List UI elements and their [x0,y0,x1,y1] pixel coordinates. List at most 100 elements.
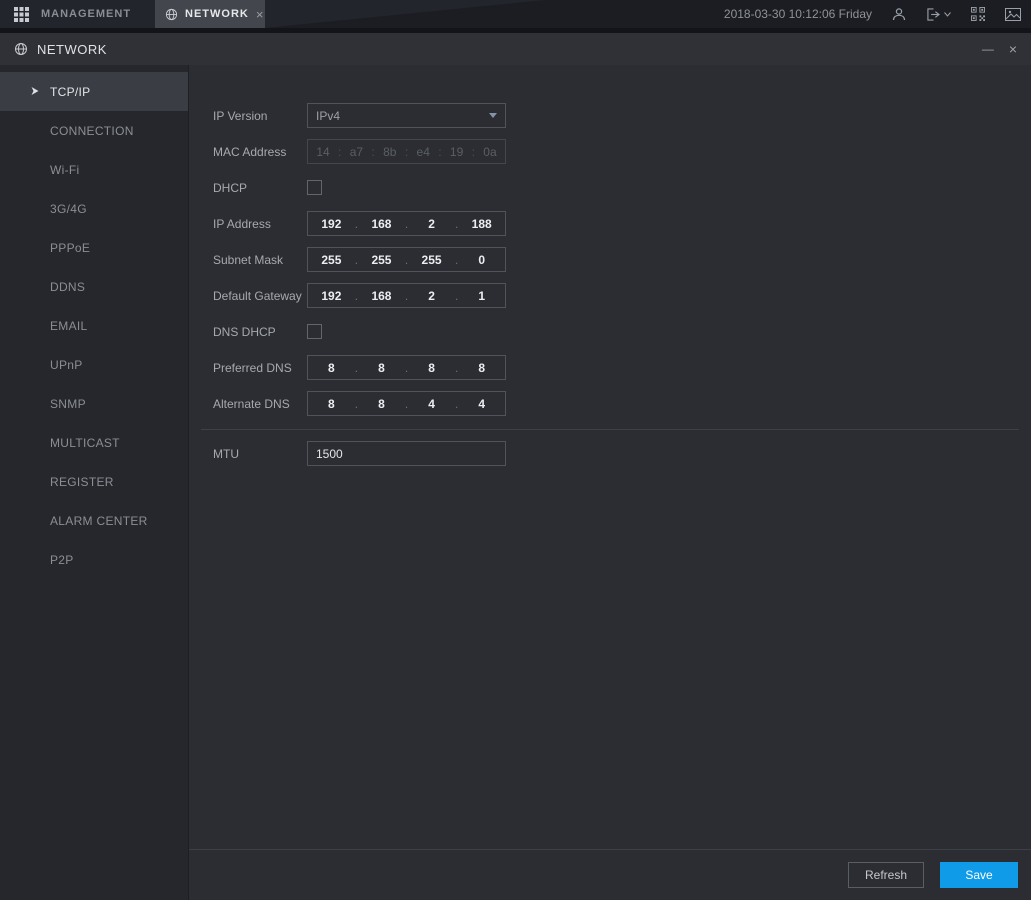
sidebar-item-snmp[interactable]: SNMP [0,384,188,423]
ip-segment[interactable]: 0 [458,253,505,267]
chevron-down-icon [489,113,497,118]
mac-segment: e4 [408,145,438,159]
sidebar-item-label: TCP/IP [50,85,90,99]
ip-segment[interactable]: 8 [408,361,455,375]
window-title: NETWORK [37,42,107,57]
tab-close-icon[interactable]: × [256,8,264,21]
sidebar-item-label: ALARM CENTER [50,514,148,528]
ip-version-label: IP Version [213,109,307,123]
sidebar-item-label: CONNECTION [50,124,134,138]
sidebar-item-ddns[interactable]: DDNS [0,267,188,306]
ip-segment[interactable]: 8 [308,397,355,411]
user-icon[interactable] [892,7,906,21]
globe-icon [14,42,28,56]
taskbar: MANAGEMENT NETWORK × 2018-03-30 10:12:06… [0,0,1031,28]
section-divider [201,429,1019,430]
ip-segment[interactable]: 1 [458,289,505,303]
preferred-dns-label: Preferred DNS [213,361,307,375]
ip-address-field[interactable]: 192 . 168 . 2 . 188 [307,211,506,236]
sidebar-item-p2p[interactable]: P2P [0,540,188,579]
ip-segment[interactable]: 2 [408,289,455,303]
image-icon[interactable] [1005,8,1021,21]
sidebar-item-label: PPPoE [50,241,90,255]
mtu-label: MTU [213,447,307,461]
ip-segment[interactable]: 2 [408,217,455,231]
active-arrow-icon [30,86,40,96]
datetime-text: 2018-03-30 10:12:06 Friday [724,7,872,21]
ip-segment[interactable]: 188 [458,217,505,231]
sidebar-item-alarm-center[interactable]: ALARM CENTER [0,501,188,540]
sidebar: TCP/IP CONNECTION Wi-Fi 3G/4G PPPoE DDNS… [0,65,188,900]
sidebar-item-3g4g[interactable]: 3G/4G [0,189,188,228]
minimize-icon[interactable]: — [982,42,994,56]
tcpip-panel: IP Version IPv4 MAC Address 14 : a7 : 8b [188,65,1031,900]
close-icon[interactable]: × [1009,41,1017,57]
mac-segment: 19 [442,145,472,159]
ip-segment[interactable]: 8 [458,361,505,375]
globe-icon [165,8,178,21]
sidebar-item-register[interactable]: REGISTER [0,462,188,501]
refresh-button[interactable]: Refresh [848,862,924,888]
dns-dhcp-checkbox[interactable] [307,324,322,339]
network-tab[interactable]: NETWORK × [155,0,265,28]
default-gateway-label: Default Gateway [213,289,307,303]
mtu-input[interactable] [307,441,506,466]
default-gateway-field[interactable]: 192 . 168 . 2 . 1 [307,283,506,308]
logout-icon[interactable] [926,8,951,21]
sidebar-item-pppoe[interactable]: PPPoE [0,228,188,267]
dns-dhcp-label: DNS DHCP [213,325,307,339]
subnet-mask-label: Subnet Mask [213,253,307,267]
sidebar-item-label: SNMP [50,397,86,411]
ip-segment[interactable]: 192 [308,217,355,231]
window-titlebar: NETWORK — × [0,33,1031,65]
ip-segment[interactable]: 255 [308,253,355,267]
ip-segment[interactable]: 4 [408,397,455,411]
sidebar-item-multicast[interactable]: MULTICAST [0,423,188,462]
sidebar-item-wifi[interactable]: Wi-Fi [0,150,188,189]
ip-segment[interactable]: 255 [408,253,455,267]
save-button[interactable]: Save [940,862,1018,888]
chevron-down-icon [944,12,951,17]
sidebar-item-label: 3G/4G [50,202,87,216]
sidebar-item-label: EMAIL [50,319,88,333]
mac-segment: a7 [341,145,371,159]
sidebar-item-label: P2P [50,553,74,567]
qr-code-icon[interactable] [971,7,985,21]
sidebar-item-label: Wi-Fi [50,163,79,177]
alternate-dns-label: Alternate DNS [213,397,307,411]
network-tab-label: NETWORK [185,8,249,20]
alternate-dns-field[interactable]: 8 . 8 . 4 . 4 [307,391,506,416]
preferred-dns-field[interactable]: 8 . 8 . 8 . 8 [307,355,506,380]
sidebar-item-label: UPnP [50,358,83,372]
mac-segment: 0a [475,145,505,159]
sidebar-item-label: REGISTER [50,475,114,489]
management-tab[interactable]: MANAGEMENT [41,8,131,20]
sidebar-item-label: DDNS [50,280,85,294]
ip-segment[interactable]: 255 [358,253,405,267]
ip-segment[interactable]: 168 [358,289,405,303]
sidebar-item-label: MULTICAST [50,436,120,450]
ip-segment[interactable]: 8 [308,361,355,375]
subnet-mask-field[interactable]: 255 . 255 . 255 . 0 [307,247,506,272]
dhcp-checkbox[interactable] [307,180,322,195]
ip-segment[interactable]: 168 [358,217,405,231]
dhcp-label: DHCP [213,181,307,195]
ip-version-value: IPv4 [316,109,489,123]
ip-segment[interactable]: 4 [458,397,505,411]
ip-segment[interactable]: 8 [358,397,405,411]
ip-address-label: IP Address [213,217,307,231]
network-window: NETWORK — × TCP/IP CONNECTION Wi-Fi 3G/4… [0,33,1031,900]
mac-address-field: 14 : a7 : 8b : e4 : 19 : 0a [307,139,506,164]
mac-segment: 14 [308,145,338,159]
sidebar-item-upnp[interactable]: UPnP [0,345,188,384]
sidebar-item-tcpip[interactable]: TCP/IP [0,72,188,111]
ip-segment[interactable]: 8 [358,361,405,375]
ip-segment[interactable]: 192 [308,289,355,303]
mac-address-label: MAC Address [213,145,307,159]
sidebar-item-email[interactable]: EMAIL [0,306,188,345]
sidebar-item-connection[interactable]: CONNECTION [0,111,188,150]
apps-grid-icon[interactable] [14,7,29,22]
footer-bar: Refresh Save [189,849,1031,900]
mac-segment: 8b [375,145,405,159]
ip-version-select[interactable]: IPv4 [307,103,506,128]
